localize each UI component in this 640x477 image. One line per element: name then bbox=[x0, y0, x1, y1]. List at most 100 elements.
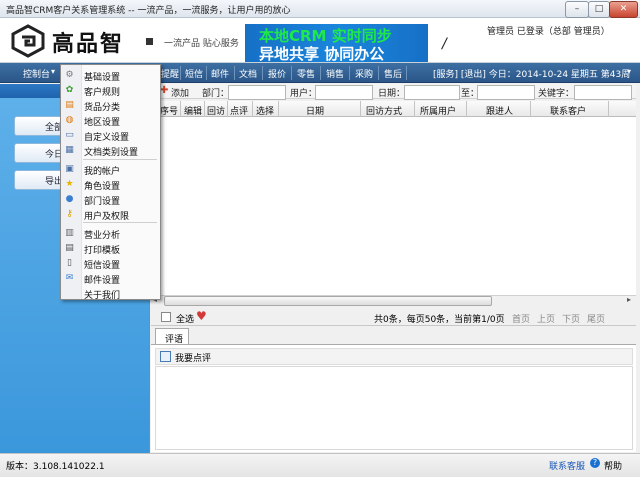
window-title: 高品智CRM客户关系管理系统 -- 一流产品，一流服务，让用户用的放心 bbox=[6, 6, 291, 16]
ad-banner[interactable]: 本地CRM 实时同步 异地共享 协同办公 bbox=[245, 24, 428, 63]
menu-item-custom-settings[interactable]: ▭ 自定义设置 bbox=[61, 128, 160, 143]
col-review[interactable]: 点评 bbox=[230, 104, 248, 117]
menu-separator bbox=[349, 66, 350, 80]
maximize-button[interactable]: □ bbox=[588, 1, 610, 18]
col-separator bbox=[252, 101, 253, 117]
write-comment-link[interactable]: 我要点评 bbox=[175, 351, 211, 364]
col-date[interactable]: 日期 bbox=[306, 104, 324, 117]
version-text: 版本：3.108.141022.1 bbox=[6, 462, 105, 472]
menu-item-label: 邮件设置 bbox=[84, 276, 121, 286]
close-button[interactable]: ✕ bbox=[609, 1, 638, 18]
menu-separator bbox=[262, 66, 263, 80]
comment-textarea[interactable] bbox=[155, 366, 633, 450]
contact-service-link[interactable]: 联系客服 bbox=[549, 459, 585, 472]
menu-quote[interactable]: 报价 bbox=[268, 67, 286, 80]
last-page-link[interactable]: 尾页 bbox=[587, 312, 605, 325]
menu-item-label: 地区设置 bbox=[84, 118, 121, 128]
menu-item-mail-settings[interactable]: ✉ 邮件设置 bbox=[61, 271, 160, 286]
menu-sms[interactable]: 短信 bbox=[185, 67, 203, 80]
control-panel-menu: ⚙ 基础设置 ✿ 客户规则 ▤ 货品分类 ◍ 地区设置 ▭ 自定义设置 ▦ 文档类别设置 ▣ 我的帐户 ★ 角… bbox=[60, 64, 161, 301]
menu-item-department-settings[interactable]: ● 部门设置 bbox=[61, 192, 160, 207]
help-link[interactable]: 帮助 bbox=[604, 459, 622, 472]
menu-control-panel[interactable]: 控制台 bbox=[23, 67, 50, 80]
scroll-right-icon[interactable]: ▸ bbox=[627, 295, 631, 304]
col-follower[interactable]: 跟进人 bbox=[486, 104, 513, 117]
analysis-icon: ▥ bbox=[65, 228, 74, 238]
star-icon: ★ bbox=[65, 179, 74, 189]
menu-separator bbox=[180, 66, 181, 80]
menu-item-label: 客户规则 bbox=[84, 88, 121, 98]
menu-item-region-settings[interactable]: ◍ 地区设置 bbox=[61, 113, 160, 128]
category-icon: ▤ bbox=[65, 100, 74, 110]
user-label: 用户： bbox=[290, 89, 318, 99]
menu-separator bbox=[291, 66, 292, 80]
menu-mail[interactable]: 邮件 bbox=[211, 67, 229, 80]
user-info[interactable]: 管理员 已登录（总部 管理员） bbox=[487, 24, 610, 37]
menu-aftersales[interactable]: 售后 bbox=[384, 67, 402, 80]
menu-docs[interactable]: 文档 bbox=[239, 67, 257, 80]
prev-page-link[interactable]: 上页 bbox=[537, 312, 555, 325]
col-separator bbox=[278, 101, 279, 117]
menu-item-business-analysis[interactable]: ▥ 营业分析 bbox=[61, 226, 160, 241]
menu-remind[interactable]: 提醒 bbox=[161, 67, 179, 80]
grid-body[interactable] bbox=[151, 117, 636, 295]
menu-item-role-settings[interactable]: ★ 角色设置 bbox=[61, 177, 160, 192]
menu-item-sms-settings[interactable]: ▯ 短信设置 bbox=[61, 256, 160, 271]
chevron-down-icon[interactable]: ▾ bbox=[51, 67, 55, 76]
menu-item-label: 营业分析 bbox=[84, 231, 121, 241]
help-icon[interactable]: ? bbox=[590, 458, 600, 468]
menu-item-label: 打印模板 bbox=[84, 246, 121, 256]
menu-item-doc-category-settings[interactable]: ▦ 文档类别设置 bbox=[61, 143, 160, 158]
people-icon: ✿ bbox=[65, 85, 74, 95]
menu-item-user-permissions[interactable]: ⚷ 用户及权限 bbox=[61, 207, 160, 222]
col-index[interactable]: 序号 bbox=[160, 104, 178, 117]
date-from-input[interactable] bbox=[404, 85, 460, 100]
select-all-checkbox[interactable] bbox=[161, 312, 171, 322]
date-to-input[interactable] bbox=[477, 85, 535, 100]
next-page-link[interactable]: 下页 bbox=[562, 312, 580, 325]
menu-item-customer-rules[interactable]: ✿ 客户规则 bbox=[61, 83, 160, 98]
keyword-label: 关键字： bbox=[538, 89, 575, 99]
select-all-label[interactable]: 全选 bbox=[176, 312, 194, 325]
col-separator bbox=[530, 101, 531, 117]
menu-separator bbox=[406, 66, 407, 80]
keyword-input[interactable] bbox=[574, 85, 632, 100]
add-button[interactable]: 添加 bbox=[171, 86, 189, 99]
menu-item-label: 短信设置 bbox=[84, 261, 121, 271]
title-bar: 高品智CRM客户关系管理系统 -- 一流产品，一流服务，让用户用的放心 – □ … bbox=[0, 0, 640, 18]
scroll-thumb[interactable] bbox=[164, 296, 492, 306]
col-edit[interactable]: 编辑 bbox=[184, 104, 202, 117]
col-contact[interactable]: 联系客户 bbox=[550, 104, 586, 117]
menu-separator bbox=[234, 66, 235, 80]
col-visit[interactable]: 回访 bbox=[207, 104, 225, 117]
col-select[interactable]: 选择 bbox=[256, 104, 274, 117]
account-icon: ▣ bbox=[65, 164, 74, 174]
col-owner[interactable]: 所属用户 bbox=[420, 104, 456, 117]
service-exit-date[interactable]: [服务] [退出] 今日：2014-10-24 星期五 第43周 bbox=[433, 67, 630, 80]
add-icon[interactable]: ✚ bbox=[160, 85, 168, 96]
menu-sales[interactable]: 销售 bbox=[326, 67, 344, 80]
department-icon: ● bbox=[65, 194, 74, 204]
logo-icon bbox=[10, 24, 46, 58]
menu-retail[interactable]: 零售 bbox=[297, 67, 315, 80]
dept-select[interactable] bbox=[228, 85, 286, 100]
menu-item-label: 用户及权限 bbox=[84, 212, 130, 222]
minimize-button[interactable]: – bbox=[565, 1, 589, 18]
user-select[interactable] bbox=[315, 85, 373, 100]
tab-comment[interactable]: 评语 bbox=[155, 328, 189, 345]
menu-item-label: 货品分类 bbox=[84, 103, 121, 113]
menu-item-print-template[interactable]: ▤ 打印模板 bbox=[61, 241, 160, 256]
col-visit-method[interactable]: 回访方式 bbox=[366, 104, 402, 117]
menu-item-label: 部门设置 bbox=[84, 197, 121, 207]
pager-info: 共0条，每页50条，当前第1/0页 bbox=[374, 315, 505, 325]
menu-item-about-us[interactable]: 关于我们 bbox=[61, 286, 160, 301]
menu-item-basic-settings[interactable]: ⚙ 基础设置 bbox=[61, 68, 160, 83]
delete-heart-icon[interactable]: ♥ bbox=[196, 309, 207, 323]
menu-item-product-category[interactable]: ▤ 货品分类 bbox=[61, 98, 160, 113]
menu-item-my-account[interactable]: ▣ 我的帐户 bbox=[61, 162, 160, 177]
header-divider: / bbox=[442, 36, 447, 52]
menu-item-label: 基础设置 bbox=[84, 73, 121, 83]
sms-icon: ▯ bbox=[67, 258, 72, 268]
first-page-link[interactable]: 首页 bbox=[512, 312, 530, 325]
menu-purchase[interactable]: 采购 bbox=[355, 67, 373, 80]
